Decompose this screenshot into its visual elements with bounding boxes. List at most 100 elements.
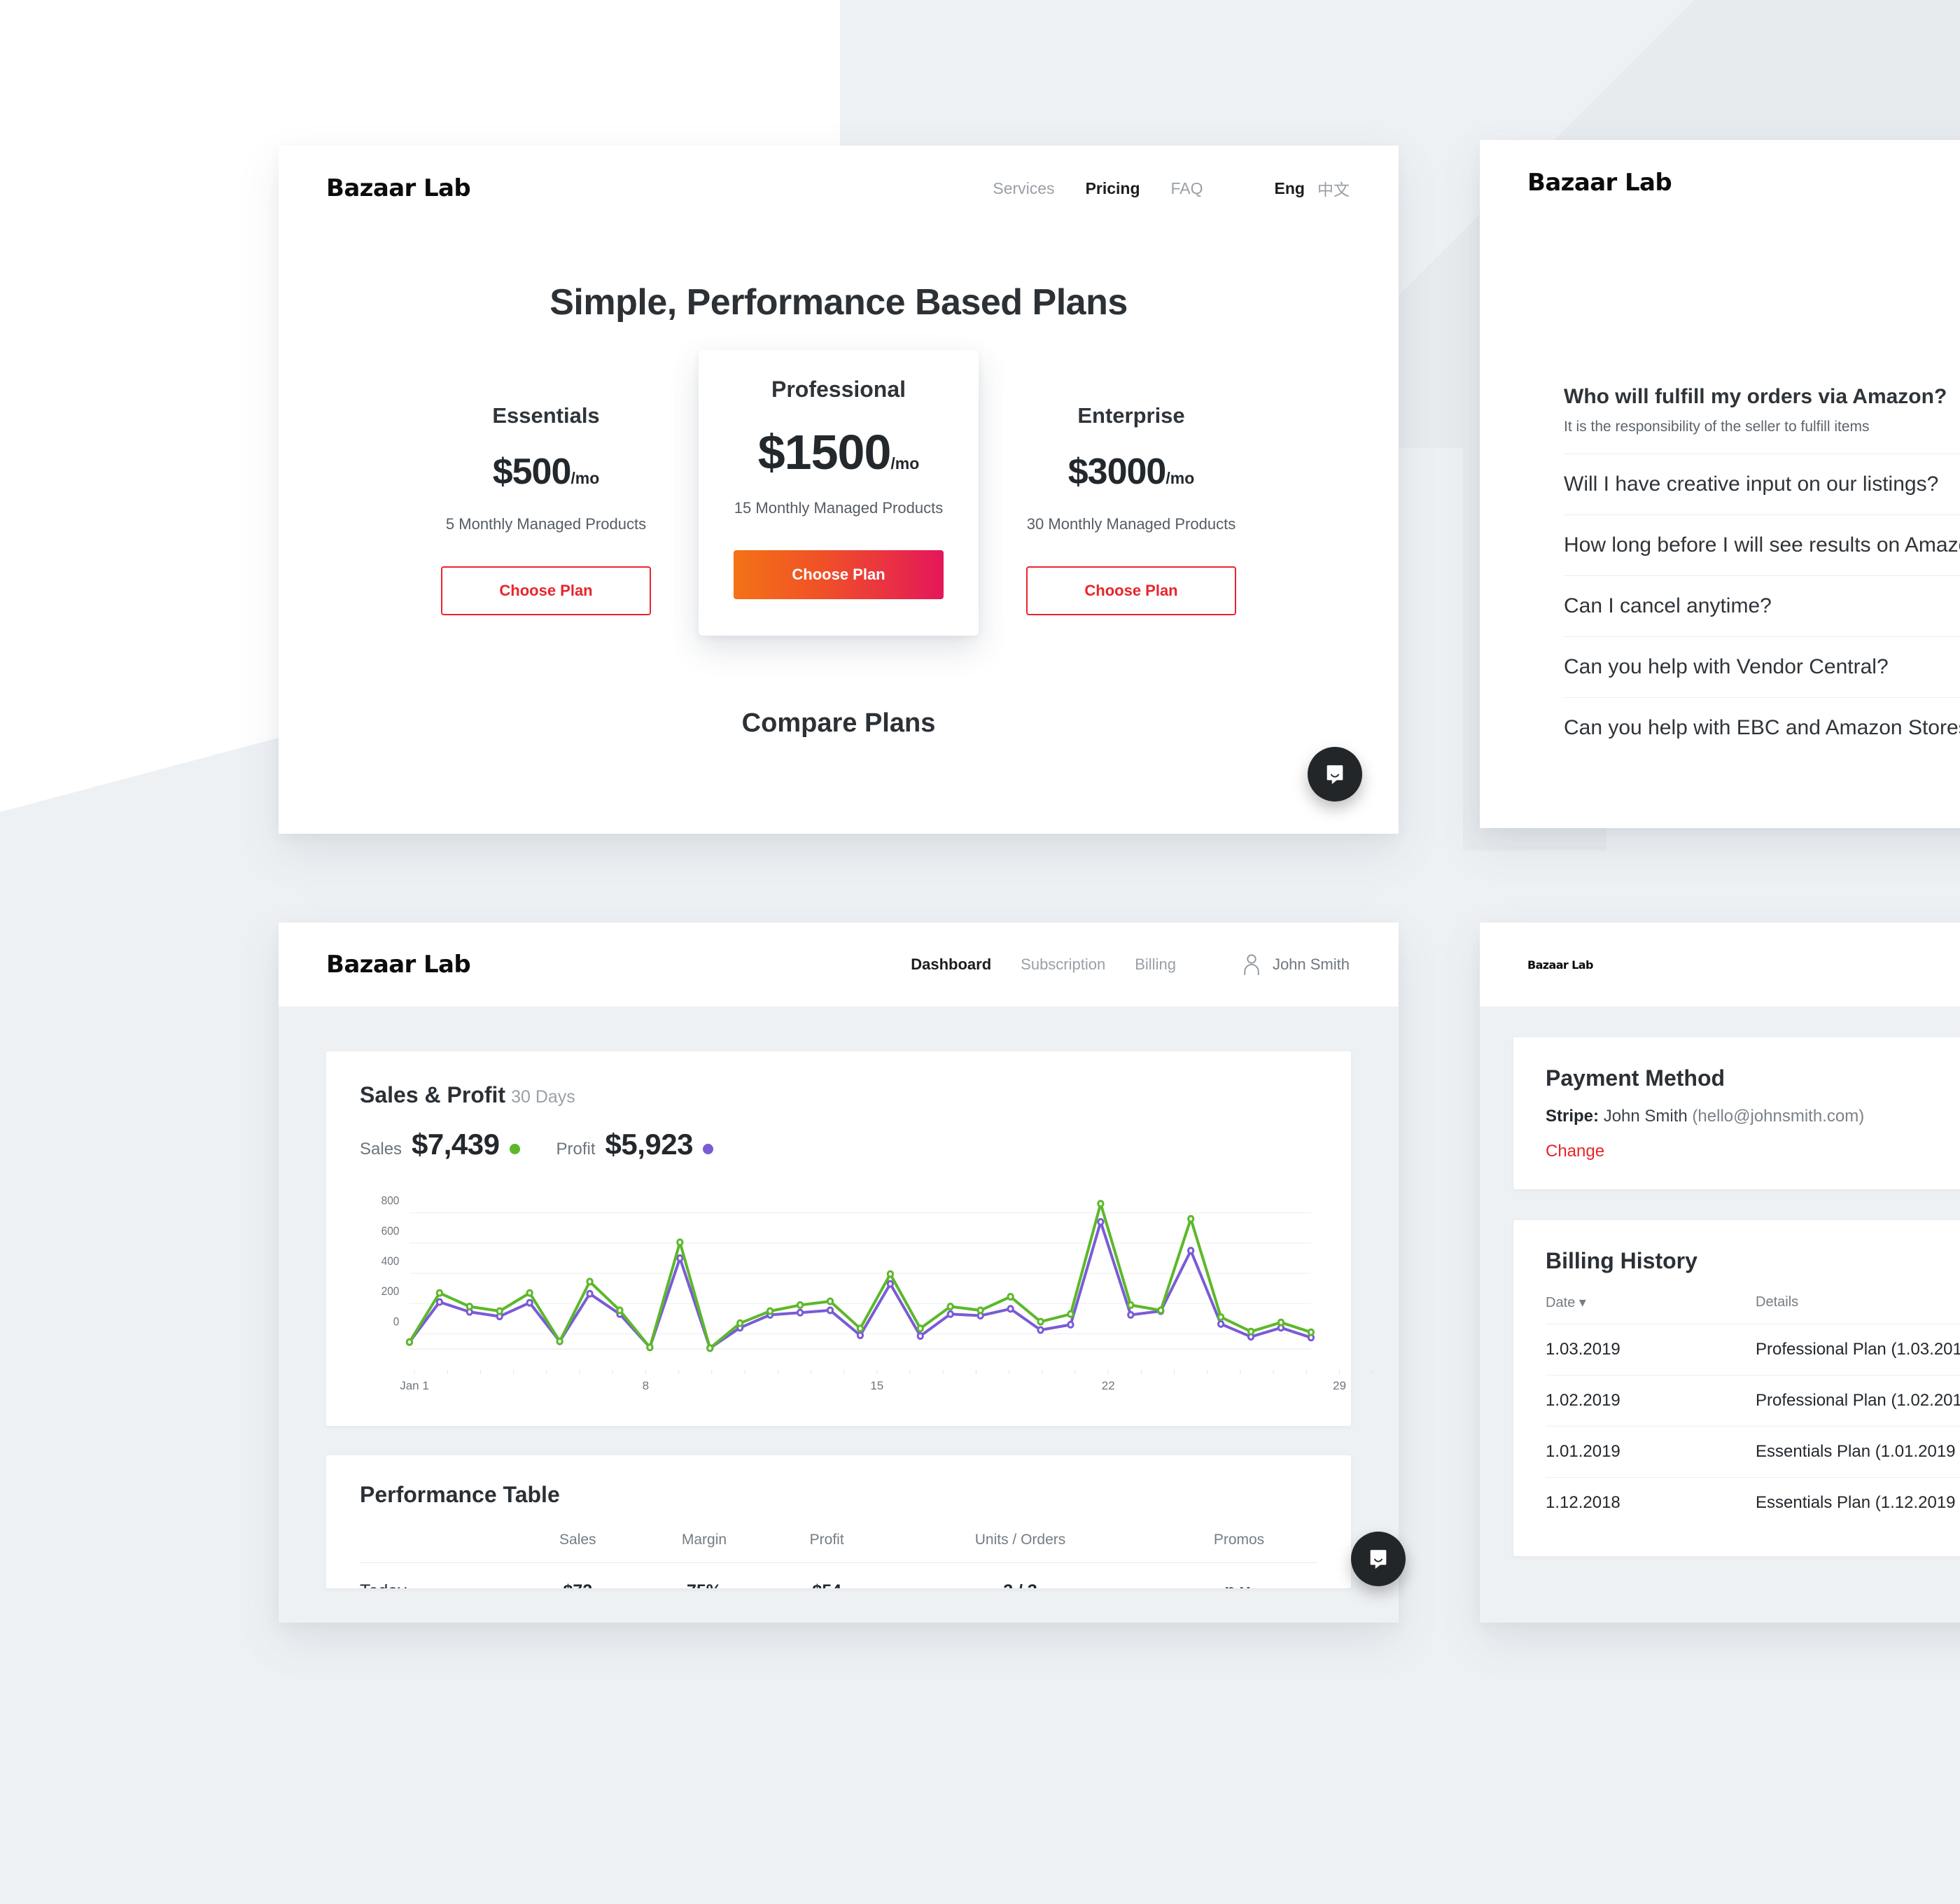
chart-data-point — [437, 1299, 442, 1305]
chart-data-point — [978, 1308, 983, 1313]
faq-question[interactable]: Can you help with Vendor Central? — [1564, 655, 1960, 679]
user-name: John Smith — [1272, 955, 1350, 973]
chart-data-point — [1218, 1321, 1223, 1326]
payment-account-name: John Smith — [1603, 1107, 1688, 1126]
lang-option-eng[interactable]: Eng — [1275, 179, 1305, 198]
chart-data-point — [948, 1304, 953, 1310]
performance-table-card: Performance Table Sales Margin Profit Un… — [326, 1455, 1351, 1588]
compare-plans-heading[interactable]: Compare Plans — [279, 708, 1399, 738]
faq-answer: It is the responsibility of the seller t… — [1564, 419, 1870, 435]
chart-data-point — [948, 1311, 953, 1317]
faq-item[interactable]: Will I have creative input on our listin… — [1564, 454, 1960, 514]
chat-bubble-icon — [1326, 765, 1343, 785]
cell-units-orders: 3 / 3 — [880, 1562, 1161, 1588]
nav-item-faq[interactable]: FAQ — [1171, 179, 1203, 198]
faq-item[interactable]: Can you help with Vendor Central? — [1564, 636, 1960, 697]
table-row: 1.01.2019 Essentials Plan (1.01.2019 – 1… — [1546, 1426, 1960, 1478]
chart-data-point — [708, 1345, 713, 1351]
pricing-page-panel: Bazaar Lab Services Pricing FAQ Eng 中文 S… — [279, 146, 1399, 834]
payment-method-card: Payment Method Stripe: John Smith (hello… — [1513, 1037, 1960, 1189]
change-payment-link[interactable]: Change — [1546, 1142, 1960, 1161]
dashboard-nav: Dashboard Subscription Billing John Smit… — [911, 953, 1350, 976]
choose-plan-button-professional[interactable]: Choose Plan — [734, 550, 944, 600]
dashboard-page-panel: Bazaar Lab Dashboard Subscription Billin… — [279, 923, 1406, 1623]
line-chart-svg: 0 200 400 600 800 — [382, 1194, 1317, 1367]
page-title: Simple, Performance Based Plans — [550, 282, 1128, 323]
billing-header: Bazaar Lab — [1480, 923, 1960, 1007]
nav-item-pricing[interactable]: Pricing — [1086, 179, 1140, 198]
lang-option-chinese[interactable]: 中文 — [1317, 176, 1350, 200]
chart-data-point — [1098, 1201, 1103, 1207]
choose-plan-button-essentials[interactable]: Choose Plan — [441, 566, 651, 616]
faq-question[interactable]: Will I have creative input on our listin… — [1564, 472, 1960, 496]
cell-date: 1.01.2019 — [1546, 1426, 1756, 1478]
chart-data-point — [678, 1240, 682, 1245]
primary-nav: Services Pricing FAQ Eng 中文 — [993, 176, 1350, 200]
profit-series-color-dot — [703, 1144, 713, 1154]
user-menu[interactable]: John Smith — [1242, 953, 1350, 976]
chart-x-tick-label: Jan 1 — [400, 1379, 429, 1392]
chart-y-tick-label: 600 — [382, 1224, 400, 1238]
col-units-orders: Units / Orders — [974, 1532, 1066, 1548]
brand-logo[interactable]: Bazaar Lab — [1527, 169, 1672, 197]
nav-item-services[interactable]: Services — [993, 179, 1054, 198]
pricing-header: Bazaar Lab Services Pricing FAQ Eng 中文 — [279, 146, 1399, 231]
chart-data-point — [437, 1290, 442, 1296]
nav-item-billing[interactable]: Billing — [1135, 955, 1176, 974]
brand-logo[interactable]: Bazaar Lab — [326, 174, 471, 202]
chart-data-point — [1218, 1315, 1223, 1320]
col-date-sortable[interactable]: Date ▾ — [1546, 1294, 1756, 1324]
chart-data-point — [1068, 1322, 1073, 1327]
faq-item[interactable]: Can you help with EBC and Amazon Stores? — [1564, 697, 1960, 758]
chart-x-tick-label: 15 — [870, 1379, 883, 1392]
faq-header: Bazaar Lab — [1480, 140, 1960, 225]
chart-data-point — [827, 1298, 832, 1304]
cell-details: Essentials Plan (1.01.2019 – 1.02.2019) — [1756, 1426, 1960, 1478]
brand-logo[interactable]: Bazaar Lab — [1527, 958, 1593, 972]
chart-x-axis: Jan 1 8 15 22 29 — [400, 1370, 1406, 1392]
chart-data-point — [587, 1279, 592, 1284]
chart-x-tick-label: 8 — [643, 1379, 649, 1392]
cell-period: Today — [360, 1562, 521, 1588]
chart-data-point — [888, 1281, 892, 1287]
chart-data-point — [888, 1271, 892, 1277]
chat-bubble-icon — [1370, 1550, 1387, 1569]
cell-date: 1.03.2019 — [1546, 1324, 1756, 1376]
billing-history-card: Billing History Date ▾ Details 1.03.2019… — [1513, 1220, 1960, 1556]
faq-question[interactable]: Can I cancel anytime? — [1564, 594, 1960, 618]
chart-y-tick-label: 400 — [382, 1254, 400, 1268]
chart-y-tick-label: 800 — [382, 1194, 400, 1208]
faq-item[interactable]: How long before I will see results on Am… — [1564, 514, 1960, 575]
kpi-label: Profit — [556, 1140, 596, 1158]
kpi-sales: Sales $7,439 — [360, 1128, 520, 1161]
plan-price-period: /mo — [1166, 469, 1195, 487]
chart-data-point — [827, 1308, 832, 1313]
kpi-value: $7,439 — [412, 1128, 500, 1161]
chart-data-point — [1038, 1327, 1043, 1333]
performance-table: Sales Margin Profit Units / Orders Promo… — [360, 1532, 1317, 1588]
faq-item[interactable]: Who will fulfill my orders via Amazon? I… — [1564, 385, 1960, 454]
chat-launcher-button[interactable] — [1351, 1532, 1406, 1586]
brand-logo[interactable]: Bazaar Lab — [326, 951, 471, 979]
chart-data-point — [678, 1255, 682, 1261]
payment-method-heading: Payment Method — [1546, 1065, 1726, 1091]
faq-question[interactable]: How long before I will see results on Am… — [1564, 533, 1960, 557]
billing-body: Payment Method Stripe: John Smith (hello… — [1480, 1007, 1960, 1556]
cell-details: Professional Plan (1.02.2019 – 1.03.2019… — [1756, 1375, 1960, 1427]
chart-data-point — [1248, 1329, 1253, 1334]
chat-launcher-button[interactable] — [1308, 747, 1362, 802]
chart-x-tick-label: 22 — [1102, 1379, 1115, 1392]
dashboard-body: Sales & Profit 30 Days Sales $7,439 Profi… — [279, 1007, 1406, 1588]
faq-question[interactable]: Who will fulfill my orders via Amazon? — [1564, 385, 1960, 409]
cell-profit: $54 — [774, 1562, 881, 1588]
nav-item-dashboard[interactable]: Dashboard — [911, 955, 991, 974]
chart-data-point — [497, 1308, 502, 1314]
cell-promos: n.v. — [1160, 1562, 1317, 1588]
sales-profit-card: Sales & Profit 30 Days Sales $7,439 Profi… — [326, 1051, 1406, 1426]
plan-name: Enterprise — [1077, 403, 1185, 428]
choose-plan-button-enterprise[interactable]: Choose Plan — [1026, 566, 1236, 616]
plan-price-amount: $3000 — [1068, 451, 1167, 492]
nav-item-subscription[interactable]: Subscription — [1021, 955, 1105, 974]
faq-item[interactable]: Can I cancel anytime? — [1564, 575, 1960, 636]
faq-question[interactable]: Can you help with EBC and Amazon Stores? — [1564, 716, 1960, 740]
